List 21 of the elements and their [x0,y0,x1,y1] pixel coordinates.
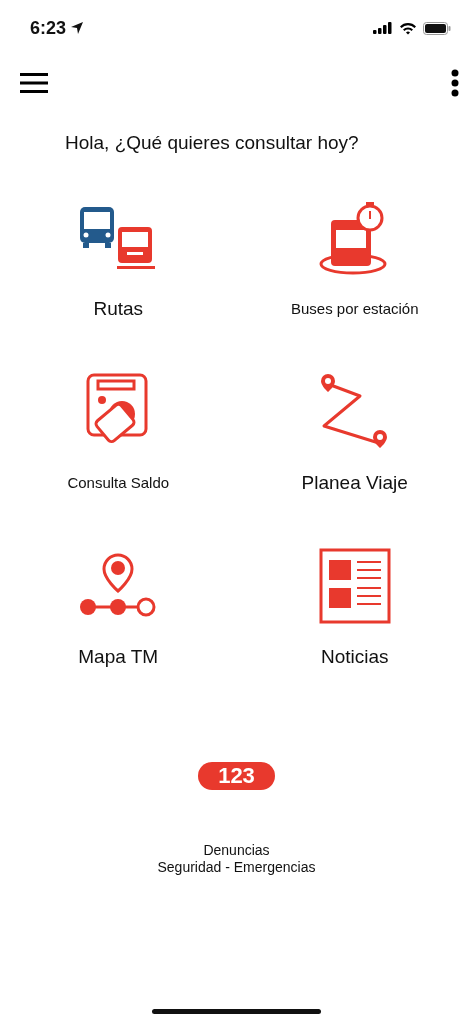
emergency-caption: Denuncias Seguridad - Emergencias [157,842,316,876]
emergency-number-button[interactable]: 123 [198,762,275,790]
signal-icon [373,22,393,34]
menu-tile[interactable]: Noticias [236,540,473,714]
wifi-icon [399,21,417,35]
menu-tile[interactable]: Mapa TM [0,540,237,714]
bus-icon [80,207,115,248]
menu-tile[interactable]: Rutas [0,192,237,366]
battery-icon [423,21,451,35]
more-options-button[interactable] [451,69,459,97]
more-icon [451,69,459,97]
status-time: 6:23 [30,17,85,39]
newspaper-icon [318,548,391,624]
menu-tile[interactable]: Buses por estación [236,192,473,366]
menu-icon [20,73,48,93]
menu-tile[interactable]: Consulta Saldo [0,366,237,540]
menu-button[interactable] [20,73,48,93]
greeting-text: Hola, ¿Qué quieres consultar hoy? [64,131,360,154]
bus-icon [117,227,156,269]
menu-tile[interactable]: Planea Viaje [236,366,473,540]
location-arrow-icon [70,21,85,35]
